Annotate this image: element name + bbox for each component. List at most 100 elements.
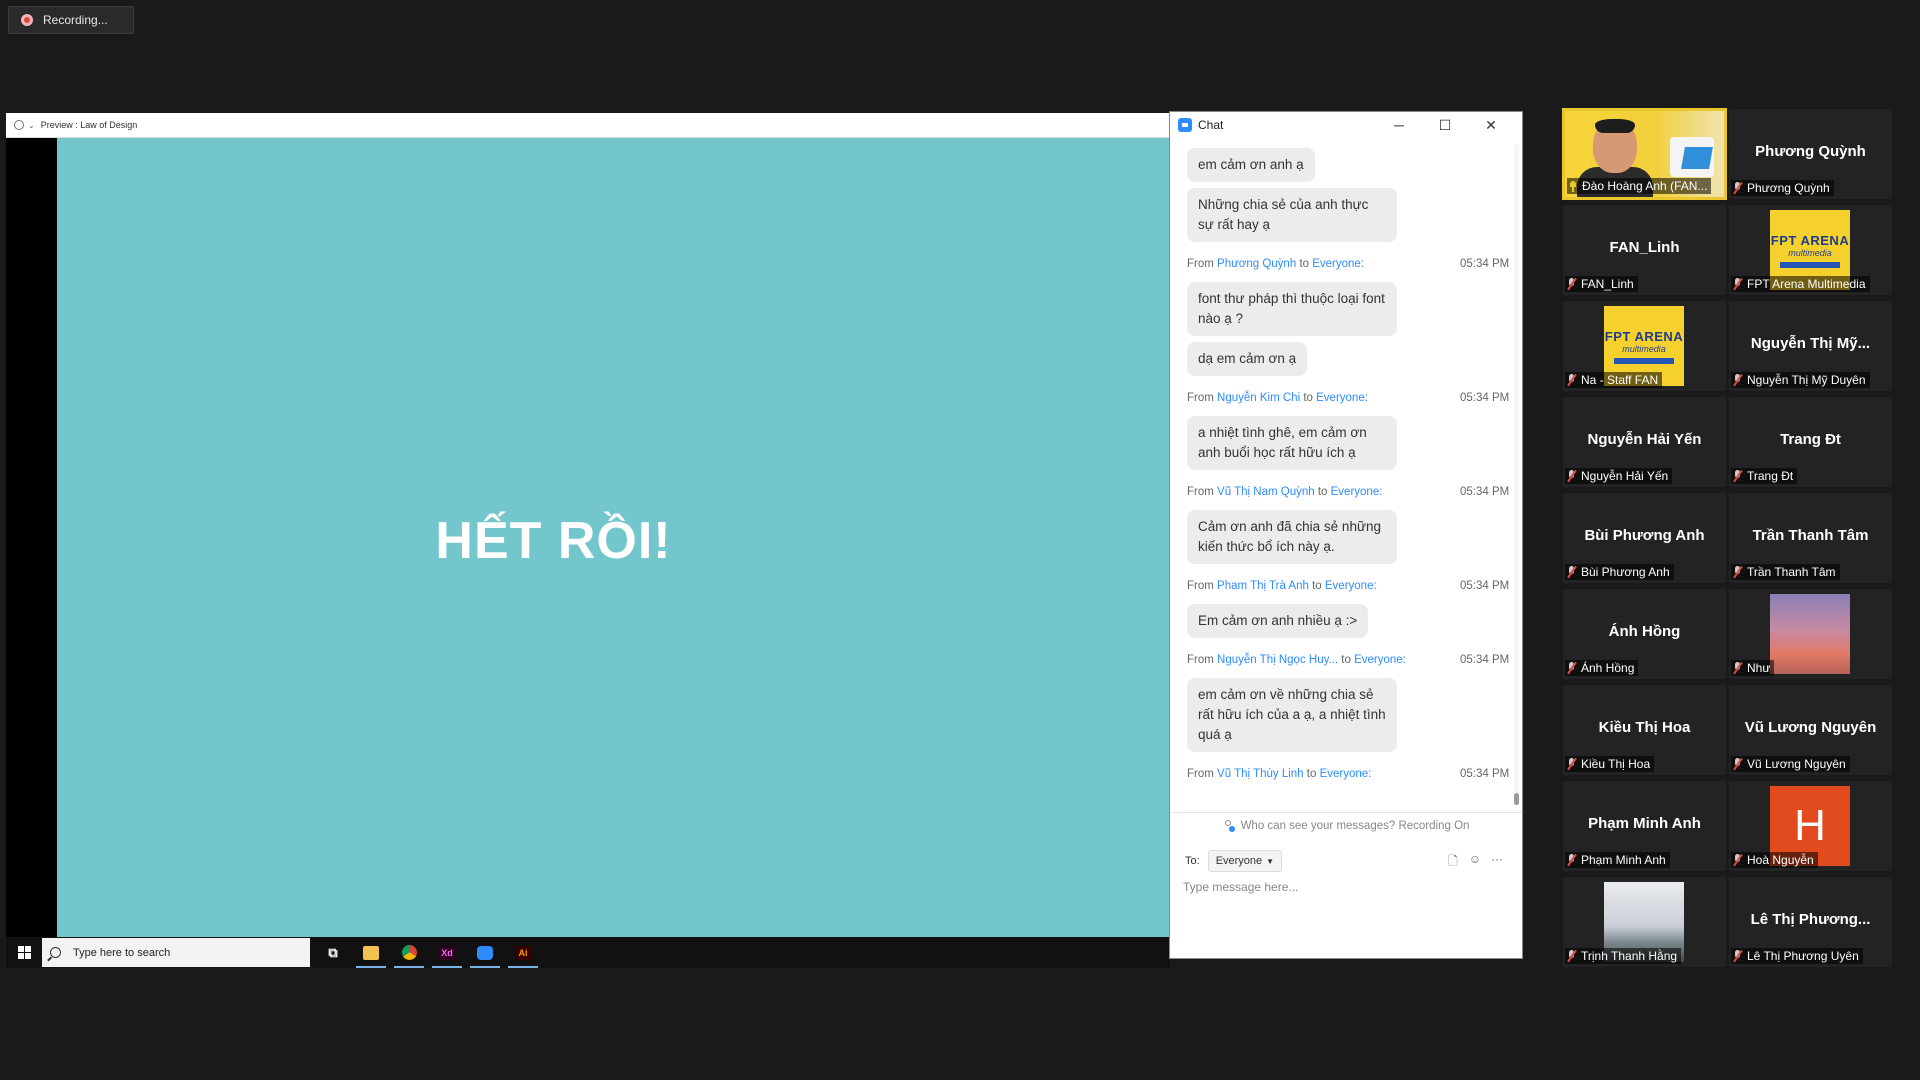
start-button[interactable] bbox=[6, 937, 42, 968]
participant-tile[interactable]: Nguyễn Thị Mỹ... Nguyễn Thị Mỹ Duyên bbox=[1728, 300, 1893, 392]
mic-muted-icon bbox=[1567, 566, 1576, 578]
message-visibility-info[interactable]: Who can see your messages? Recording On bbox=[1170, 812, 1522, 839]
sender-name[interactable]: Phương Quỳnh bbox=[1217, 258, 1296, 270]
emoji-icon[interactable]: ☺ bbox=[1464, 852, 1486, 873]
mic-muted-icon bbox=[1567, 950, 1576, 962]
message-time: 05:34 PM bbox=[1460, 768, 1510, 780]
task-view-button[interactable]: ⧉ bbox=[318, 937, 348, 968]
participant-label: Na - Staff FAN bbox=[1565, 372, 1663, 388]
windows-taskbar: Type here to search ⧉ Xd Ai bbox=[6, 937, 1170, 968]
participant-label: Phạm Minh Anh bbox=[1565, 852, 1670, 868]
participant-tile[interactable]: Đào Hoàng Anh (FAN... bbox=[1562, 108, 1727, 200]
share-window-title: Preview : Law of Design bbox=[40, 120, 138, 130]
mic-muted-icon bbox=[1733, 854, 1742, 866]
adobe-xd-button[interactable]: Xd bbox=[432, 937, 462, 968]
recipient-name[interactable]: Everyone: bbox=[1316, 392, 1368, 404]
taskbar-search[interactable]: Type here to search bbox=[42, 938, 310, 967]
participant-name: Ánh Hồng bbox=[1581, 661, 1635, 675]
chevron-down-icon[interactable]: ⌄ bbox=[28, 121, 35, 130]
chrome-button[interactable] bbox=[394, 937, 424, 968]
participant-name: Trần Thanh Tâm bbox=[1747, 565, 1836, 579]
recipient-name[interactable]: Everyone: bbox=[1312, 258, 1364, 270]
recording-indicator[interactable]: Recording... bbox=[8, 6, 134, 34]
participant-tile[interactable]: Trịnh Thanh Hằng bbox=[1562, 876, 1727, 968]
message-bubble[interactable]: font thư pháp thì thuộc loại font nào ạ … bbox=[1187, 282, 1397, 336]
mic-muted-icon bbox=[1733, 374, 1742, 386]
participant-name: Na - Staff FAN bbox=[1581, 373, 1659, 387]
recording-label: Recording... bbox=[43, 13, 108, 27]
recipient-name[interactable]: Everyone: bbox=[1320, 768, 1372, 780]
sender-name[interactable]: Nguyễn Kim Chi bbox=[1217, 392, 1300, 404]
message-bubble[interactable]: Những chia sẻ của anh thực sự rất hay ạ bbox=[1187, 188, 1397, 242]
sender-name[interactable]: Vũ Thị Nam Quỳnh bbox=[1217, 486, 1315, 498]
maximize-icon[interactable]: ☐ bbox=[1422, 117, 1468, 134]
participant-tile[interactable]: Phạm Minh Anh Phạm Minh Anh bbox=[1562, 780, 1727, 872]
sender-name[interactable]: Vũ Thị Thùy Linh bbox=[1217, 768, 1304, 780]
recipient-dropdown[interactable]: Everyone ▼ bbox=[1207, 850, 1283, 872]
taskbar-search-placeholder: Type here to search bbox=[73, 946, 171, 959]
more-icon[interactable]: ··· bbox=[1486, 852, 1508, 873]
message-bubble[interactable]: dạ em cảm ơn ạ bbox=[1187, 342, 1308, 376]
participant-tile[interactable]: FAN_Linh FAN_Linh bbox=[1562, 204, 1727, 296]
participant-tile[interactable]: FPT ARENA multimedia Na - Staff FAN bbox=[1562, 300, 1727, 392]
participant-name: Như bbox=[1747, 661, 1771, 675]
participant-display-name: Ánh Hồng bbox=[1608, 623, 1681, 640]
chat-tools: 🗋 ☺ ··· bbox=[1442, 852, 1508, 873]
share-title-bar: ⌄ Preview : Law of Design bbox=[6, 113, 1170, 138]
message-row: dạ em cảm ơn ạ bbox=[1170, 342, 1522, 382]
recipient-name[interactable]: Everyone: bbox=[1331, 486, 1383, 498]
participant-display-name: Nguyễn Thị Mỹ... bbox=[1750, 335, 1871, 352]
message-meta: From Nguyễn Kim Chi to Everyone: 05:34 PM bbox=[1187, 392, 1522, 408]
participant-tile[interactable]: Ánh Hồng Ánh Hồng bbox=[1562, 588, 1727, 680]
mic-muted-icon bbox=[1567, 662, 1576, 674]
file-explorer-button[interactable] bbox=[356, 937, 386, 968]
participant-tile[interactable]: Vũ Lương Nguyên Vũ Lương Nguyên bbox=[1728, 684, 1893, 776]
file-icon[interactable]: 🗋 bbox=[1442, 852, 1464, 873]
slide-heading: HẾT RỒI! bbox=[435, 511, 672, 570]
participant-label: Đào Hoàng Anh (FAN... bbox=[1567, 178, 1712, 194]
participant-name: Phương Quỳnh bbox=[1747, 181, 1830, 195]
participant-name: Nguyễn Hải Yến bbox=[1581, 469, 1669, 483]
participant-tile[interactable]: H Hoà Nguyễn bbox=[1728, 780, 1893, 872]
message-row: font thư pháp thì thuộc loại font nào ạ … bbox=[1170, 282, 1522, 342]
mic-muted-icon bbox=[1733, 182, 1742, 194]
participant-tile[interactable]: Phương Quỳnh Phương Quỳnh bbox=[1728, 108, 1893, 200]
chat-title: Chat bbox=[1198, 118, 1224, 132]
zoom-app-button[interactable] bbox=[470, 937, 500, 968]
participant-display-name: Phương Quỳnh bbox=[1755, 143, 1866, 160]
participant-label: Nguyễn Hải Yến bbox=[1565, 468, 1673, 484]
participant-name: Lê Thị Phương Uyên bbox=[1747, 949, 1859, 963]
participant-tile[interactable]: Bùi Phương Anh Bùi Phương Anh bbox=[1562, 492, 1727, 584]
recipient-name[interactable]: Everyone: bbox=[1325, 580, 1377, 592]
chat-scrollbar[interactable] bbox=[1514, 145, 1519, 805]
participant-tile[interactable]: Nguyễn Hải Yến Nguyễn Hải Yến bbox=[1562, 396, 1727, 488]
to-word: to bbox=[1312, 580, 1322, 592]
sender-name[interactable]: Nguyễn Thị Ngọc Huy... bbox=[1217, 654, 1338, 666]
message-bubble[interactable]: Cảm ơn anh đã chia sẻ những kiến thức bổ… bbox=[1187, 510, 1397, 564]
participant-display-name: Trần Thanh Tâm bbox=[1752, 527, 1869, 544]
message-bubble[interactable]: Em cảm ơn anh nhiều ạ :> bbox=[1187, 604, 1369, 638]
mic-muted-icon bbox=[1567, 758, 1576, 770]
illustrator-button[interactable]: Ai bbox=[508, 937, 538, 968]
message-input[interactable] bbox=[1183, 880, 1503, 950]
sender-name[interactable]: Pham Thị Trà Anh bbox=[1217, 580, 1309, 592]
scrollbar-thumb[interactable] bbox=[1514, 793, 1519, 805]
participant-tile[interactable]: FPT ARENA multimedia FPT Arena Multimedia bbox=[1728, 204, 1893, 296]
participant-tile[interactable]: Trần Thanh Tâm Trần Thanh Tâm bbox=[1728, 492, 1893, 584]
participant-tile[interactable]: Trang Đt Trang Đt bbox=[1728, 396, 1893, 488]
participant-tile[interactable]: Như bbox=[1728, 588, 1893, 680]
participant-tile[interactable]: Kiều Thị Hoa Kiều Thị Hoa bbox=[1562, 684, 1727, 776]
zoom-icon bbox=[1178, 118, 1192, 132]
participant-label: FAN_Linh bbox=[1565, 276, 1638, 292]
participant-display-name: Trang Đt bbox=[1780, 431, 1841, 448]
chat-message-list[interactable]: em cảm ơn anh ạ Những chia sẻ của anh thự… bbox=[1170, 142, 1522, 792]
recipient-name[interactable]: Everyone: bbox=[1354, 654, 1406, 666]
message-bubble[interactable]: a nhiệt tình ghê, em cảm ơn anh buổi học… bbox=[1187, 416, 1397, 470]
minimize-icon[interactable]: ─ bbox=[1376, 117, 1422, 133]
close-icon[interactable]: ✕ bbox=[1468, 117, 1514, 134]
from-word: From bbox=[1187, 258, 1214, 270]
participant-tile[interactable]: Lê Thị Phương... Lê Thị Phương Uyên bbox=[1728, 876, 1893, 968]
message-bubble[interactable]: em cảm ơn anh ạ bbox=[1187, 148, 1315, 182]
recipient-row: To: Everyone ▼ 🗋 ☺ ··· bbox=[1170, 850, 1522, 872]
message-bubble[interactable]: em cảm ơn về những chia sẻ rất hữu ích c… bbox=[1187, 678, 1397, 752]
